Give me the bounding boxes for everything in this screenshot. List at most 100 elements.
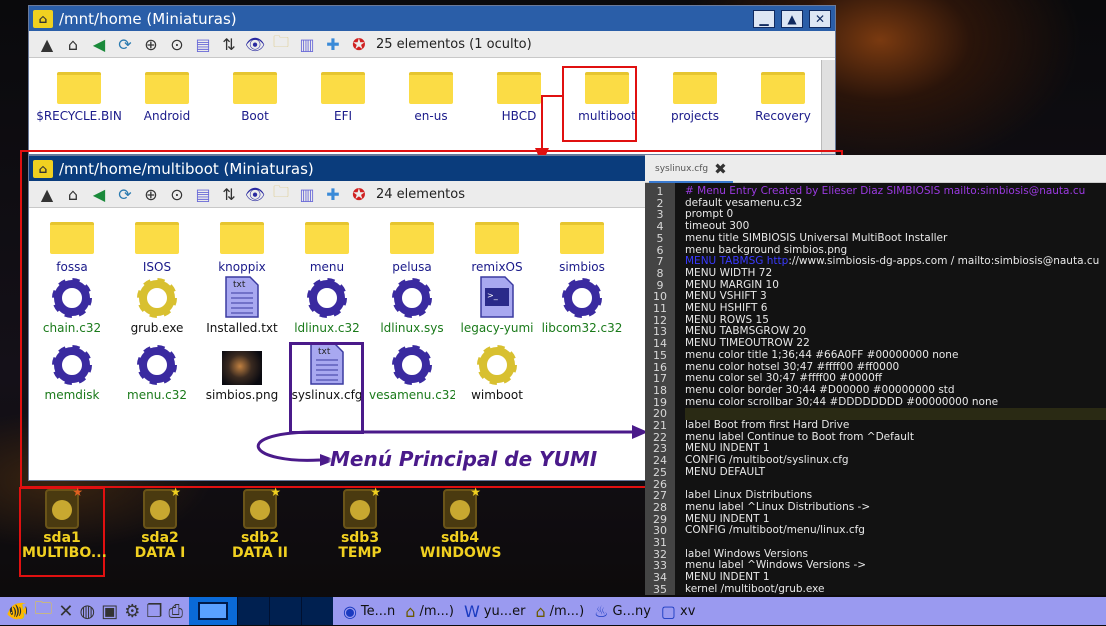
x-icon[interactable]: ✕ <box>58 601 73 622</box>
drive-sda1[interactable]: ★ sda1 MULTIBO... <box>22 485 107 561</box>
panel-icon[interactable]: ▥ <box>297 34 317 54</box>
home-folder-icon: ⌂ <box>405 601 416 621</box>
file-label: Android <box>143 109 191 123</box>
gear-icon <box>307 278 347 318</box>
folder-icon[interactable]: 🗀 <box>271 32 291 54</box>
view-icon[interactable]: ▤ <box>193 184 213 204</box>
file-item[interactable]: pelusa <box>369 222 455 274</box>
refresh-icon[interactable]: ⟳ <box>115 34 135 54</box>
file-item[interactable]: ldlinux.sys <box>369 276 455 335</box>
code-line: MENU HSHIFT 6 <box>685 302 768 314</box>
file-item[interactable]: grub.exe <box>114 276 200 335</box>
file-item[interactable]: Recovery <box>740 72 826 123</box>
gear-icon[interactable]: ⚙ <box>124 601 140 622</box>
file-item[interactable]: ISOS <box>114 222 200 274</box>
folder-icon <box>390 222 434 254</box>
file-item[interactable]: vesamenu.c32 <box>369 343 455 402</box>
workspace-1[interactable] <box>188 597 237 625</box>
terminal-icon[interactable]: ▣ <box>101 601 118 622</box>
file-item[interactable]: libcom32.c32 <box>539 276 625 335</box>
code-editor[interactable]: 1 # Menu Entry Created by Elieser Diaz SI… <box>645 183 1106 595</box>
file-label: remixOS <box>471 260 523 274</box>
workspace-pager[interactable] <box>188 597 333 625</box>
up-arrow-icon[interactable]: ▲ <box>37 34 57 54</box>
code-line: menu label ^Linux Distributions -> <box>685 500 871 513</box>
refresh-icon[interactable]: ⟳ <box>115 184 135 204</box>
file-item[interactable]: knoppix <box>199 222 285 274</box>
back-icon[interactable]: ◀ <box>89 34 109 54</box>
zoom-fit-icon[interactable]: ⊙ <box>167 34 187 54</box>
folder-icon[interactable]: 🗀 <box>34 596 52 626</box>
task-button[interactable]: Wyu...er <box>464 602 526 621</box>
file-label: Recovery <box>755 109 811 123</box>
file-item[interactable]: en-us <box>388 72 474 123</box>
gear-icon <box>137 345 177 385</box>
printer-icon[interactable]: ⎙ <box>169 601 183 622</box>
file-item[interactable]: EFI <box>300 72 386 123</box>
drive-sdb2[interactable]: ★ sdb2 DATA II <box>220 485 300 561</box>
status-count: 25 elementos (1 oculto) <box>376 36 532 52</box>
up-arrow-icon[interactable]: ▲ <box>37 184 57 204</box>
file-item[interactable]: simbios <box>539 222 625 274</box>
file-item[interactable]: menu.c32 <box>114 343 200 402</box>
close-button[interactable]: ✕ <box>809 9 831 28</box>
titlebar[interactable]: ⌂ /mnt/home/multiboot (Miniaturas) <box>29 156 652 181</box>
workspace-4[interactable] <box>300 597 333 625</box>
scrollbar[interactable] <box>821 60 835 154</box>
task-button[interactable]: ♨ G...ny <box>594 602 651 621</box>
sort-icon[interactable]: ⇅ <box>219 34 239 54</box>
home-icon[interactable]: ⌂ <box>63 184 83 204</box>
zoom-in-icon[interactable]: ⊕ <box>141 34 161 54</box>
code-line: menu color border 30;44 #D00000 #0000000… <box>685 383 955 396</box>
file-label: ldlinux.sys <box>380 321 444 335</box>
workspace-2[interactable] <box>236 597 269 625</box>
help-icon[interactable]: ✪ <box>349 34 369 54</box>
file-item[interactable]: fossa <box>29 222 115 274</box>
file-item[interactable]: ldlinux.c32 <box>284 276 370 335</box>
file-item[interactable]: $RECYCLE.BIN <box>36 72 122 123</box>
drive-sdb3[interactable]: ★ sdb3 TEMP <box>320 485 400 561</box>
task-button[interactable]: ▢ xv <box>661 602 696 621</box>
globe-icon[interactable]: ◍ <box>80 601 96 622</box>
file-item[interactable]: >_ legacy-yumi <box>454 276 540 335</box>
file-item[interactable]: projects <box>652 72 738 123</box>
file-item[interactable]: menu <box>284 222 370 274</box>
zoom-in-icon[interactable]: ⊕ <box>141 184 161 204</box>
drive-sda2[interactable]: ★ sda2 DATA I <box>120 485 200 561</box>
zoom-fit-icon[interactable]: ⊙ <box>167 184 187 204</box>
task-button[interactable]: ◉ Te...n <box>343 602 395 621</box>
workspace-3[interactable] <box>268 597 301 625</box>
file-item[interactable]: Boot <box>212 72 298 123</box>
eye-icon[interactable]: 👁 <box>245 34 265 54</box>
file-item[interactable]: remixOS <box>454 222 540 274</box>
file-item[interactable]: chain.c32 <box>29 276 115 335</box>
drive-sdb4[interactable]: ★ sdb4 WINDOWS <box>420 485 501 561</box>
tab-syslinux-cfg[interactable]: syslinux.cfg ✖ <box>649 157 733 183</box>
windows-icon[interactable]: ❐ <box>146 601 162 622</box>
home-icon[interactable]: ⌂ <box>63 34 83 54</box>
help-icon[interactable]: ✪ <box>349 184 369 204</box>
folder-icon[interactable]: 🗀 <box>271 182 291 204</box>
file-item[interactable]: Android <box>124 72 210 123</box>
maximize-button[interactable]: ▲ <box>781 9 803 28</box>
file-item[interactable]: txt Installed.txt <box>199 276 285 335</box>
file-item[interactable]: memdisk <box>29 343 115 402</box>
eye-icon[interactable]: 👁 <box>245 184 265 204</box>
task-button[interactable]: ⌂/m...) <box>535 602 584 621</box>
clownfish-icon[interactable]: 🐠 <box>6 601 28 622</box>
panel-icon[interactable]: ▥ <box>297 184 317 204</box>
titlebar[interactable]: ⌂ /mnt/home (Miniaturas) ▁ ▲ ✕ <box>29 6 835 31</box>
back-icon[interactable]: ◀ <box>89 184 109 204</box>
view-icon[interactable]: ▤ <box>193 34 213 54</box>
status-count: 24 elementos <box>376 186 466 202</box>
sort-icon[interactable]: ⇅ <box>219 184 239 204</box>
close-tab-icon[interactable]: ✖ <box>714 160 727 178</box>
add-icon[interactable]: ✚ <box>323 34 343 54</box>
minimize-button[interactable]: ▁ <box>753 9 775 28</box>
home-icon: ⌂ <box>33 159 53 178</box>
file-item[interactable]: wimboot <box>454 343 540 402</box>
add-icon[interactable]: ✚ <box>323 184 343 204</box>
task-button[interactable]: ⌂/m...) <box>405 602 454 621</box>
firefox-icon: ◉ <box>342 601 357 621</box>
file-item[interactable]: simbios.png <box>199 343 285 402</box>
